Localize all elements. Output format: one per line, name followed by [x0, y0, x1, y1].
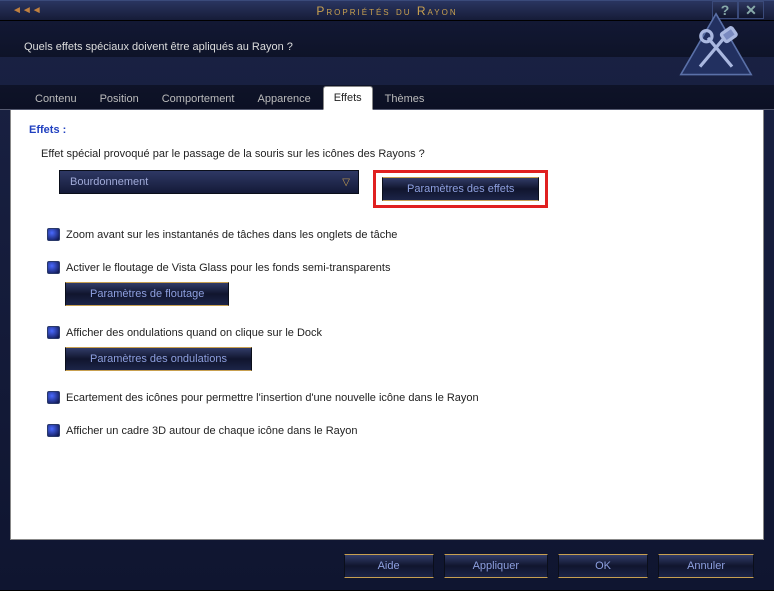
checkbox-icon-spread[interactable]	[47, 391, 60, 404]
checkbox-vista-glass[interactable]	[47, 261, 60, 274]
help-button[interactable]: Aide	[344, 554, 434, 578]
highlight-annotation: Paramètres des effets	[373, 170, 548, 208]
titlebar: ◄◄◄ Propriétés du Rayon ►►►	[0, 1, 774, 21]
tab-content: Effets : Effet spécial provoqué par le p…	[10, 110, 764, 540]
checkbox-icon-spread-label: Ecartement des icônes pour permettre l'i…	[66, 392, 479, 404]
hover-effect-dropdown[interactable]: Bourdonnement ▽	[59, 170, 359, 194]
cancel-button[interactable]: Annuler	[658, 554, 754, 578]
hover-effect-label: Effet spécial provoqué par le passage de…	[41, 148, 745, 160]
checkbox-frame-3d-label: Afficher un cadre 3D autour de chaque ic…	[66, 425, 358, 437]
tab-comportement[interactable]: Comportement	[151, 87, 246, 110]
checkbox-ripples-label: Afficher des ondulations quand on clique…	[66, 327, 322, 339]
ripples-settings-button[interactable]: Paramètres des ondulations	[65, 347, 252, 371]
dialog-question-text: Quels effets spéciaux doivent être apliq…	[24, 41, 293, 53]
effect-settings-button[interactable]: Paramètres des effets	[382, 177, 539, 201]
tab-apparence[interactable]: Apparence	[247, 87, 322, 110]
section-title: Effets :	[29, 124, 745, 136]
dialog-window: ◄◄◄ Propriétés du Rayon ►►► ? ✕ Quels ef…	[0, 0, 774, 591]
checkbox-vista-glass-label: Activer le floutage de Vista Glass pour …	[66, 262, 390, 274]
chevron-down-icon: ▽	[342, 177, 350, 188]
tab-contenu[interactable]: Contenu	[24, 87, 88, 110]
tab-effets[interactable]: Effets	[323, 86, 373, 110]
blur-settings-button[interactable]: Paramètres de floutage	[65, 282, 229, 306]
ok-button[interactable]: OK	[558, 554, 648, 578]
dialog-footer: Aide Appliquer OK Annuler	[344, 554, 754, 578]
checkbox-zoom-tasks[interactable]	[47, 228, 60, 241]
checkbox-frame-3d[interactable]	[47, 424, 60, 437]
tab-position[interactable]: Position	[89, 87, 150, 110]
checkbox-zoom-tasks-label: Zoom avant sur les instantanés de tâches…	[66, 229, 397, 241]
tools-icon	[676, 9, 756, 89]
tab-bar: Contenu Position Comportement Apparence …	[0, 85, 774, 110]
hover-effect-selected: Bourdonnement	[70, 176, 148, 188]
tab-themes[interactable]: Thèmes	[374, 87, 436, 110]
titlebar-deco-left: ◄◄◄	[12, 5, 42, 16]
window-title: Propriétés du Rayon	[316, 4, 457, 18]
checkbox-ripples[interactable]	[47, 326, 60, 339]
apply-button[interactable]: Appliquer	[444, 554, 548, 578]
dialog-question: Quels effets spéciaux doivent être apliq…	[0, 21, 774, 57]
